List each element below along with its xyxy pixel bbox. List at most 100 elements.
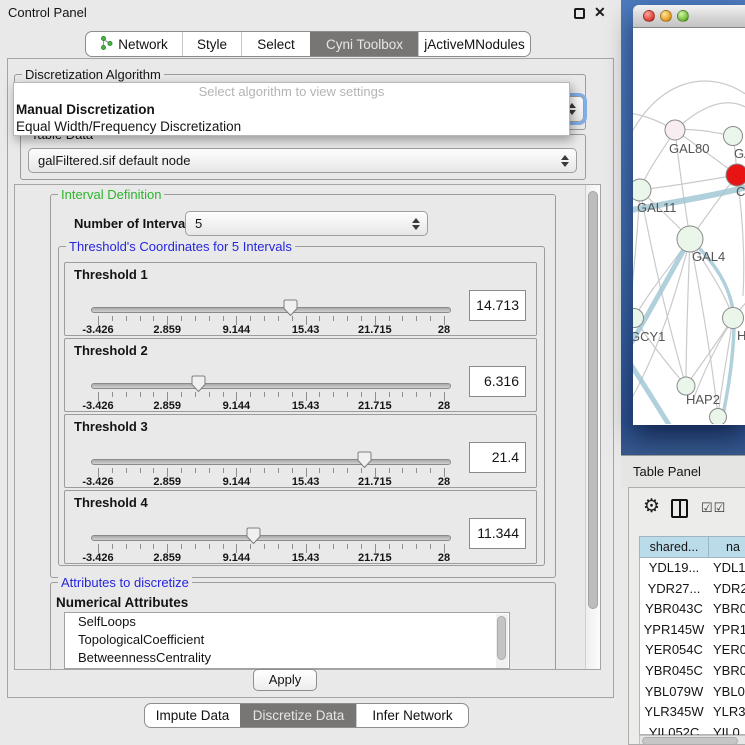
slider-thumb[interactable] xyxy=(246,527,261,545)
tab-infer-network[interactable]: Infer Network xyxy=(356,704,468,727)
cell-name: YBR0 xyxy=(713,599,745,619)
close-traffic-light-icon[interactable] xyxy=(643,10,655,22)
attribute-item[interactable]: SelfLoops xyxy=(65,613,509,631)
horizontal-scrollbar[interactable] xyxy=(639,735,745,745)
node-label: GAL11 xyxy=(637,200,677,215)
slider-track[interactable] xyxy=(91,383,451,389)
split-columns-icon[interactable] xyxy=(671,499,688,518)
tab-select[interactable]: Select xyxy=(241,32,310,56)
cell-name: YER0 xyxy=(713,640,745,660)
scrollbar-thumb[interactable] xyxy=(642,737,738,745)
threshold-value-input[interactable]: 11.344 xyxy=(469,518,526,549)
attribute-item[interactable]: TopologicalCoefficient xyxy=(65,631,509,649)
threshold-panel: Threshold 4 -3.4262.8599.14415.4321.7152… xyxy=(64,490,537,564)
tick-label: 9.144 xyxy=(223,476,251,488)
algorithm-option[interactable]: Manual Discretization xyxy=(14,101,569,118)
slider-thumb[interactable] xyxy=(283,299,298,317)
tab-label: Style xyxy=(197,37,227,52)
network-edge[interactable] xyxy=(686,318,733,386)
table-row[interactable]: YBR043CYBR0 xyxy=(639,599,745,619)
column-header-shared[interactable]: shared... xyxy=(639,536,709,558)
table-panel-titlebar: Table Panel xyxy=(621,455,745,487)
scrollbar-thumb[interactable] xyxy=(497,616,506,660)
network-node[interactable] xyxy=(723,308,744,329)
algorithm-group-title: Discretization Algorithm xyxy=(22,67,164,82)
slider-thumb[interactable] xyxy=(191,375,206,393)
network-edge[interactable] xyxy=(686,239,690,386)
attribute-item[interactable]: BetweennessCentrality xyxy=(65,649,509,667)
tab-discretize-data[interactable]: Discretize Data xyxy=(240,704,356,727)
threshold-label: Threshold 2 xyxy=(74,343,148,358)
tick-label: 28 xyxy=(438,400,450,412)
network-canvas[interactable]: GAL80GACGAL11GAL4GCY1HHAP2 xyxy=(633,28,745,424)
checkbox-icons[interactable]: ☑☑ xyxy=(701,500,726,516)
threshold-label: Threshold 1 xyxy=(74,267,148,282)
table-row[interactable]: YDR27...YDR2 xyxy=(639,579,745,599)
cell-name: YBL0 xyxy=(713,682,745,702)
cell-shared-name: YBR043C xyxy=(639,599,709,619)
tab-label: Infer Network xyxy=(372,708,452,723)
zoom-traffic-light-icon[interactable] xyxy=(677,10,689,22)
table-row[interactable]: YBL079WYBL0 xyxy=(639,682,745,702)
tick-label: 2.859 xyxy=(153,400,181,412)
tab-impute-data[interactable]: Impute Data xyxy=(145,704,240,727)
slider-thumb[interactable] xyxy=(357,451,372,469)
close-icon[interactable]: ✕ xyxy=(594,4,606,21)
tab-label: Network xyxy=(118,37,168,52)
cell-shared-name: YBR045C xyxy=(639,661,709,681)
table-row[interactable]: YLR345WYLR3 xyxy=(639,702,745,722)
table-row[interactable]: YER054CYER0 xyxy=(639,640,745,660)
thresholds-group-title: Threshold's Coordinates for 5 Intervals xyxy=(66,239,295,254)
numerical-attributes-list[interactable]: SelfLoopsTopologicalCoefficientBetweenne… xyxy=(64,612,510,669)
network-node[interactable] xyxy=(724,127,743,146)
network-node[interactable] xyxy=(665,120,685,140)
tick-label: 28 xyxy=(438,324,450,336)
table-row[interactable]: YBR045CYBR0 xyxy=(639,661,745,681)
tab-style[interactable]: Style xyxy=(182,32,241,56)
threshold-value-input[interactable]: 14.713 xyxy=(469,290,526,321)
tick-label: 9.144 xyxy=(223,400,251,412)
node-label: GCY1 xyxy=(633,329,665,344)
table-data-combobox[interactable]: galFiltered.sif default node xyxy=(28,148,577,173)
tick-label: 28 xyxy=(438,552,450,564)
tick-label: 9.144 xyxy=(223,552,251,564)
float-window-icon[interactable] xyxy=(574,8,585,19)
tick-label: 21.715 xyxy=(358,400,392,412)
column-header-name[interactable]: na xyxy=(708,536,745,558)
list-scrollbar[interactable] xyxy=(496,614,508,669)
table-row[interactable]: YPR145WYPR1 xyxy=(639,620,745,640)
tab-cyni-toolbox[interactable]: Cyni Toolbox xyxy=(310,32,418,56)
number-of-intervals-combobox[interactable]: 5 xyxy=(185,211,428,236)
threshold-value-input[interactable]: 21.4 xyxy=(469,442,526,473)
gear-icon[interactable]: ⚙ xyxy=(643,495,660,518)
screenshot-root: Control Panel ✕ NetworkStyleSelectCyni T… xyxy=(0,0,745,745)
threshold-value-input[interactable]: 6.316 xyxy=(469,366,526,397)
algorithm-option[interactable]: Equal Width/Frequency Discretization xyxy=(14,118,569,135)
tick-label: 15.43 xyxy=(292,476,320,488)
slider-tick-labels: -3.4262.8599.14415.4321.71528 xyxy=(98,400,444,413)
scrollbar-thumb[interactable] xyxy=(588,191,598,609)
number-of-intervals-label: Number of Intervals xyxy=(74,216,196,231)
network-node[interactable] xyxy=(633,179,651,201)
network-window-titlebar[interactable] xyxy=(633,5,745,28)
network-icon xyxy=(100,36,113,53)
table-row[interactable]: YDL19...YDL1 xyxy=(639,558,745,578)
tab-network[interactable]: Network xyxy=(86,32,182,56)
node-label: GAL4 xyxy=(692,249,725,264)
slider-track[interactable] xyxy=(91,459,451,465)
network-edge[interactable] xyxy=(640,175,737,190)
slider-tick-labels: -3.4262.8599.14415.4321.71528 xyxy=(98,552,444,565)
algorithm-dropdown-popup: Select algorithm to view settingsManual … xyxy=(13,82,570,136)
tick-label: 2.859 xyxy=(153,552,181,564)
network-node[interactable] xyxy=(726,164,745,186)
tab-jactivemnodules[interactable]: jActiveMNodules xyxy=(418,32,530,56)
threshold-panel: Threshold 2 -3.4262.8599.14415.4321.7152… xyxy=(64,338,537,412)
apply-button[interactable]: Apply xyxy=(253,669,317,691)
vertical-scrollbar[interactable] xyxy=(585,185,600,669)
network-node[interactable] xyxy=(710,409,727,425)
slider-track[interactable] xyxy=(91,307,451,313)
cell-name: YDL1 xyxy=(713,558,745,578)
slider-track[interactable] xyxy=(91,535,451,541)
minimize-traffic-light-icon[interactable] xyxy=(660,10,672,22)
network-edge[interactable] xyxy=(675,103,745,130)
